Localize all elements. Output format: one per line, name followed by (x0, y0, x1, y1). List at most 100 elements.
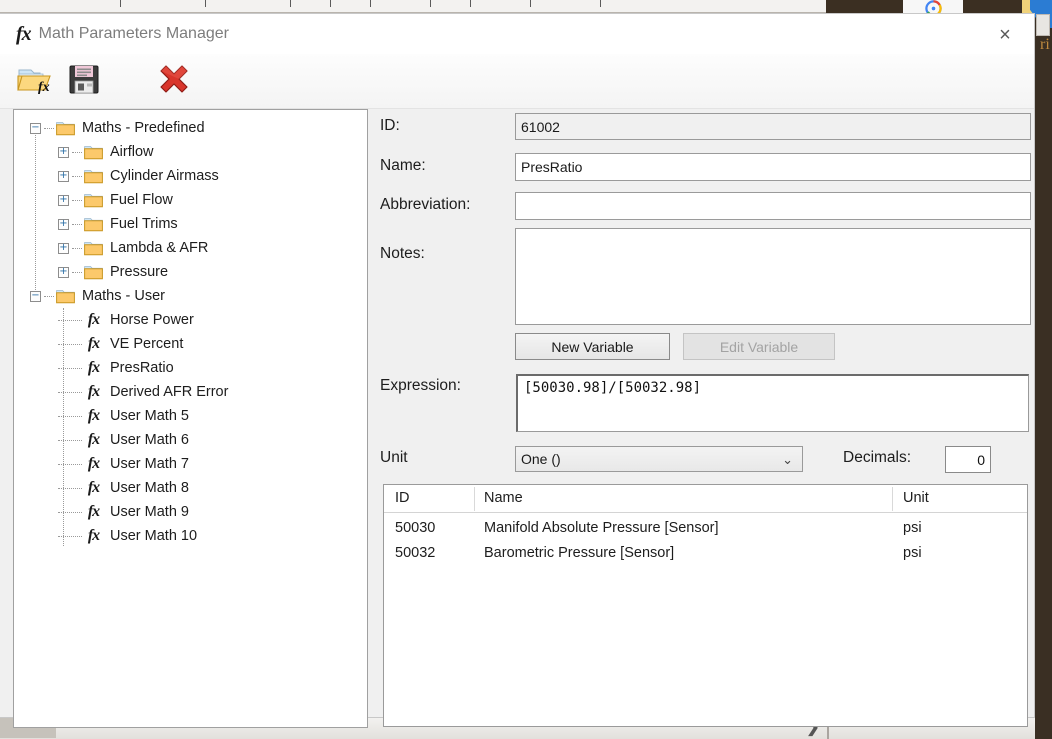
tree-item-cylinder-airmass[interactable]: + Cylinder Airmass (14, 164, 367, 188)
tree-connector (72, 223, 82, 225)
column-header-id[interactable]: ID (395, 490, 410, 506)
header-separator-1 (474, 487, 475, 511)
tree-item-user-math-5[interactable]: fx User Math 5 (14, 404, 367, 428)
tree-connector (58, 511, 82, 513)
name-label: Name: (380, 157, 426, 174)
tree-item-label: Airflow (110, 144, 154, 160)
decimals-label: Decimals: (843, 449, 912, 466)
id-field[interactable] (515, 113, 1031, 140)
expand-icon[interactable]: + (58, 194, 69, 206)
expand-icon[interactable]: + (58, 170, 69, 182)
table-row[interactable]: 50032 Barometric Pressure [Sensor] psi (384, 542, 1027, 567)
delete-button[interactable] (150, 59, 198, 103)
open-folder-fx-button[interactable]: fx (12, 59, 60, 103)
tree-connector (58, 487, 82, 489)
tree-item-label: User Math 5 (110, 408, 189, 424)
fx-icon: fx (87, 359, 100, 376)
tree-item-derived-afr-error[interactable]: fx Derived AFR Error (14, 380, 367, 404)
unit-dropdown[interactable]: One () ⌄ (515, 446, 803, 472)
fx-icon: fx (87, 335, 100, 352)
decimals-field[interactable] (945, 446, 991, 473)
folder-icon (84, 265, 103, 280)
tree-item-label: PresRatio (110, 360, 174, 376)
tree-item-user-math-8[interactable]: fx User Math 8 (14, 476, 367, 500)
column-header-unit[interactable]: Unit (903, 490, 929, 506)
tree-item-presratio[interactable]: fx PresRatio (14, 356, 367, 380)
fx-icon: fx (16, 22, 32, 45)
tree-item-label: Lambda & AFR (110, 240, 209, 256)
tree-item-label: User Math 7 (110, 456, 189, 472)
expand-icon[interactable]: + (58, 146, 69, 158)
tree-item-user-math-10[interactable]: fx User Math 10 (14, 524, 367, 548)
notes-field[interactable] (515, 228, 1031, 325)
tree-item-label: User Math 9 (110, 504, 189, 520)
parameter-details-form: ID: Name: Abbreviation: Notes: New Varia… (375, 109, 1031, 728)
fx-icon: fx (87, 383, 100, 400)
cell-unit: psi (903, 520, 922, 536)
fx-icon: fx (87, 311, 100, 328)
save-button[interactable] (60, 59, 108, 103)
background-right-text: ri (1040, 36, 1050, 53)
chevron-down-icon: ⌄ (782, 452, 793, 467)
tree-connector (72, 247, 82, 249)
tree-connector (72, 151, 82, 153)
abbreviation-field[interactable] (515, 192, 1031, 220)
expand-icon[interactable]: + (58, 266, 69, 278)
table-row[interactable]: 50030 Manifold Absolute Pressure [Sensor]… (384, 517, 1027, 542)
tree-connector (72, 271, 82, 273)
collapse-icon[interactable]: − (30, 122, 41, 134)
dialog-toolbar: fx (0, 54, 1034, 109)
red-x-delete-icon (155, 61, 193, 102)
tree-item-fuel-flow[interactable]: + Fuel Flow (14, 188, 367, 212)
unit-selected-value: One () (521, 451, 561, 467)
close-icon[interactable]: × (990, 22, 1020, 48)
ruler-tick (330, 0, 331, 7)
cell-name: Manifold Absolute Pressure [Sensor] (484, 520, 719, 536)
tree-item-user-math-6[interactable]: fx User Math 6 (14, 428, 367, 452)
column-header-name[interactable]: Name (484, 490, 523, 506)
tree-connector (58, 463, 82, 465)
tree-item-label: User Math 6 (110, 432, 189, 448)
folder-icon (84, 217, 103, 232)
variables-list[interactable]: ID Name Unit 50030 Manifold Absolute Pres… (383, 484, 1028, 727)
tree-item-horse-power[interactable]: fx Horse Power (14, 308, 367, 332)
folder-icon (84, 193, 103, 208)
expand-icon[interactable]: + (58, 218, 69, 230)
tree-item-user-math-7[interactable]: fx User Math 7 (14, 452, 367, 476)
new-variable-button[interactable]: New Variable (515, 333, 670, 360)
fx-icon: fx (87, 407, 100, 424)
notes-label: Notes: (380, 245, 425, 262)
tree-item-label: Maths - User (82, 288, 165, 304)
cell-id: 50032 (395, 545, 436, 561)
collapse-icon[interactable]: − (30, 290, 41, 302)
tree-item-label: Maths - Predefined (82, 120, 205, 136)
tree-item-label: VE Percent (110, 336, 184, 352)
ruler-tick (430, 0, 431, 7)
edit-variable-button: Edit Variable (683, 333, 835, 360)
floppy-save-icon (67, 62, 101, 101)
tree-item-fuel-trims[interactable]: + Fuel Trims (14, 212, 367, 236)
cell-name: Barometric Pressure [Sensor] (484, 545, 675, 561)
variables-list-header: ID Name Unit (384, 485, 1027, 513)
tree-item-pressure[interactable]: + Pressure (14, 260, 367, 284)
expression-label: Expression: (380, 377, 461, 394)
math-parameters-manager-dialog: fx Math Parameters Manager × fx − Maths … (0, 13, 1035, 728)
tree-item-maths-user[interactable]: − Maths - User (14, 284, 367, 308)
tree-item-lambda-afr[interactable]: + Lambda & AFR (14, 236, 367, 260)
folder-icon (84, 241, 103, 256)
tree-item-user-math-9[interactable]: fx User Math 9 (14, 500, 367, 524)
ruler-tick (370, 0, 371, 7)
tree-item-maths-predefined[interactable]: − Maths - Predefined (14, 116, 367, 140)
tree-item-label: User Math 10 (110, 528, 198, 544)
expand-icon[interactable]: + (58, 242, 69, 254)
fx-icon: fx (87, 431, 100, 448)
dialog-titlebar: fx Math Parameters Manager × (0, 14, 1034, 54)
tree-connector (44, 295, 54, 297)
tree-item-airflow[interactable]: + Airflow (14, 140, 367, 164)
expression-field[interactable]: [50030.98]/[50032.98] (516, 374, 1029, 432)
math-parameters-tree[interactable]: − Maths - Predefined + Airflow + Cylinder Air… (13, 109, 368, 728)
folder-icon (56, 121, 75, 136)
tree-item-ve-percent[interactable]: fx VE Percent (14, 332, 367, 356)
name-field[interactable] (515, 153, 1031, 181)
tree-item-label: Fuel Flow (110, 192, 173, 208)
